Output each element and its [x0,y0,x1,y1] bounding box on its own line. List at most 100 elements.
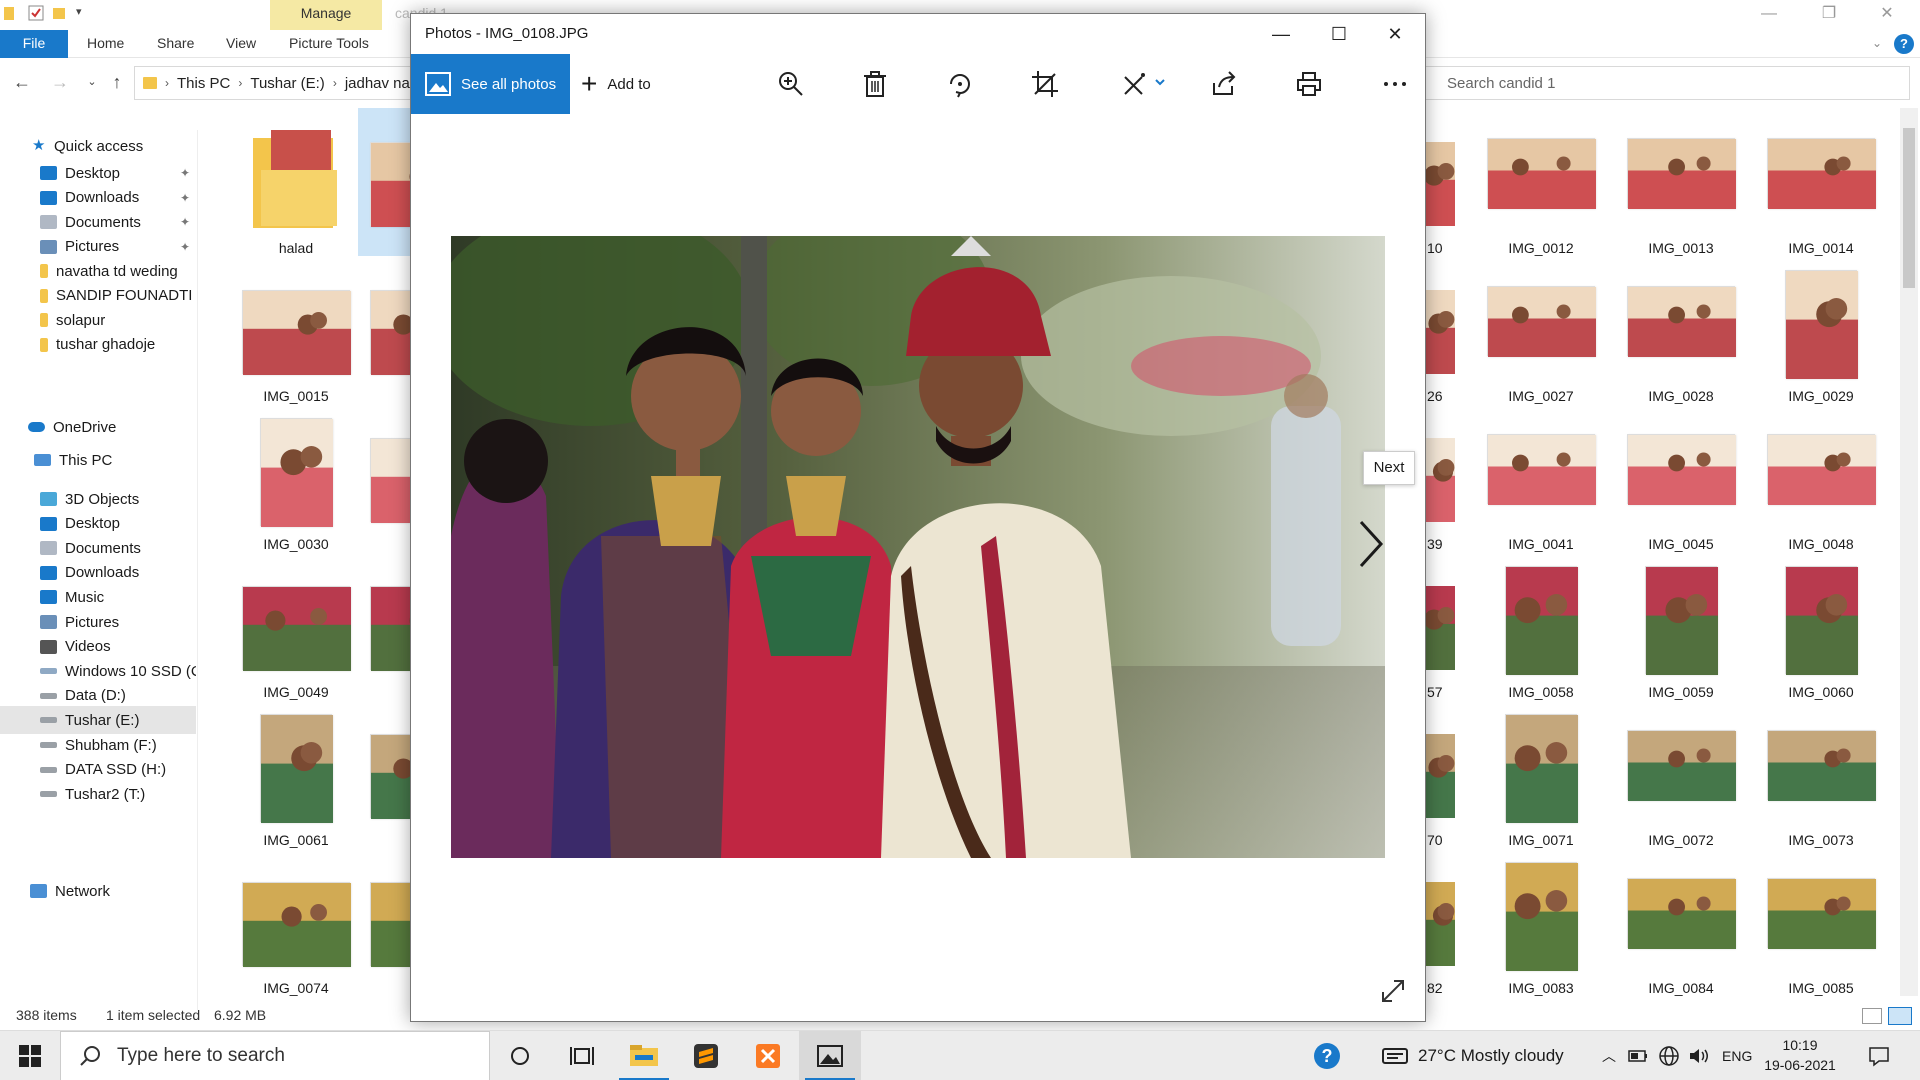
file-item[interactable]: IMG_0030 [230,404,362,552]
search-input[interactable]: Search candid 1 [1420,66,1910,100]
tab-share[interactable]: Share [157,30,194,58]
cortana-icon[interactable] [489,1031,551,1080]
fullscreen-icon[interactable] [1379,977,1407,1005]
file-item[interactable]: IMG_0058 [1475,552,1607,700]
pictures-icon [40,615,57,629]
print-icon[interactable] [1291,66,1327,102]
breadcrumb-drive[interactable]: Tushar (E:) [250,75,324,92]
file-explorer-taskbar-icon[interactable] [613,1031,675,1080]
file-item[interactable]: IMG_0012 [1475,108,1607,256]
zoom-in-icon[interactable] [773,66,809,102]
file-item[interactable]: IMG_0085 [1755,848,1887,996]
file-item[interactable]: IMG_0014 [1755,108,1887,256]
tab-picture-tools[interactable]: Picture Tools [289,30,369,58]
vertical-scrollbar[interactable] [1900,108,1918,996]
more-options-icon[interactable] [1377,66,1413,102]
file-item[interactable]: IMG_0028 [1615,256,1747,404]
details-view-icon[interactable] [1862,1008,1882,1024]
task-view-icon[interactable] [551,1031,613,1080]
breadcrumb-this-pc[interactable]: This PC [177,75,230,92]
file-item[interactable]: IMG_0060 [1755,552,1887,700]
file-item[interactable]: IMG_0048 [1755,404,1887,552]
weather-widget[interactable]: 27°C Mostly cloudy [1382,1031,1564,1080]
minimize-button[interactable]: — [1740,0,1798,30]
forward-arrow-icon[interactable]: → [48,70,72,94]
file-item[interactable]: 82 [1425,848,1465,996]
nav-quick-item[interactable]: tushar ghadoje [0,331,196,359]
photos-taskbar-icon[interactable] [799,1031,861,1080]
nav-network[interactable]: Network [0,877,196,905]
clock[interactable]: 10:19 19-06-2021 [1752,1035,1848,1075]
new-folder-icon[interactable] [52,5,66,21]
chevron-right-icon[interactable]: › [238,76,242,90]
file-item[interactable]: IMG_0045 [1615,404,1747,552]
help-tray-icon[interactable]: ? [1312,1031,1342,1080]
see-all-photos-button[interactable]: See all photos [411,54,570,114]
crop-icon[interactable] [1027,66,1063,102]
rotate-icon[interactable] [942,66,978,102]
chevron-right-icon[interactable]: › [333,76,337,90]
notifications-icon[interactable] [1868,1031,1890,1080]
file-item[interactable]: IMG_0041 [1475,404,1607,552]
file-item[interactable]: 10 [1425,108,1465,256]
network-icon[interactable] [1658,1031,1680,1080]
file-item[interactable]: IMG_0015 [230,256,362,404]
file-item[interactable]: IMG_0074 [230,848,362,996]
close-button[interactable]: ✕ [1367,14,1423,54]
start-button[interactable] [0,1031,60,1080]
close-button[interactable]: ✕ [1858,0,1916,30]
file-item[interactable]: IMG_0071 [1475,700,1607,848]
add-to-button[interactable]: + Add to [581,54,651,114]
scrollbar-thumb[interactable] [1903,128,1915,288]
properties-icon[interactable] [28,5,44,21]
tab-manage[interactable]: Manage [270,0,382,30]
folder-item[interactable]: halad [230,108,362,256]
edit-create-icon[interactable] [1121,66,1171,102]
maximize-button[interactable]: ☐ [1311,14,1367,54]
expand-ribbon-icon[interactable]: ⌄ [1872,30,1882,58]
breadcrumb-folder[interactable]: jadhav na [345,75,410,92]
tab-home[interactable]: Home [87,30,124,58]
recent-locations-icon[interactable]: ⌄ [80,70,104,94]
file-item[interactable]: IMG_0084 [1615,848,1747,996]
battery-icon[interactable] [1628,1031,1648,1080]
delete-icon[interactable] [857,66,893,102]
tab-file[interactable]: File [0,30,68,58]
nav-onedrive[interactable]: OneDrive [0,413,196,441]
photo-viewer-image[interactable] [451,236,1385,858]
nav-quick-access[interactable]: ★ Quick access [0,132,196,160]
file-item[interactable]: 39 [1425,404,1465,552]
file-item[interactable]: IMG_0013 [1615,108,1747,256]
up-arrow-icon[interactable]: ↑ [105,70,129,94]
sublime-text-icon[interactable] [675,1031,737,1080]
file-item[interactable]: 70 [1425,700,1465,848]
file-item[interactable]: 57 [1425,552,1465,700]
file-item[interactable]: IMG_0073 [1755,700,1887,848]
large-icons-view-icon[interactable] [1888,1007,1912,1025]
share-icon[interactable] [1206,66,1242,102]
help-icon[interactable]: ? [1894,34,1914,54]
file-item[interactable]: IMG_0049 [230,552,362,700]
chevron-right-icon[interactable]: › [165,76,169,90]
language-indicator[interactable]: ENG [1722,1031,1752,1080]
file-item[interactable]: 26 [1425,256,1465,404]
windows-logo-icon [19,1045,41,1067]
file-item[interactable]: IMG_0061 [230,700,362,848]
next-arrow-icon[interactable] [1349,514,1389,574]
taskbar-search-input[interactable]: Type here to search [60,1031,490,1080]
minimize-button[interactable]: — [1253,14,1309,54]
file-item[interactable]: IMG_0083 [1475,848,1607,996]
tab-view[interactable]: View [226,30,256,58]
customize-toolbar-icon[interactable]: ▾ [76,5,90,21]
file-item[interactable]: IMG_0027 [1475,256,1607,404]
back-arrow-icon[interactable]: ← [10,70,34,94]
file-item[interactable]: IMG_0029 [1755,256,1887,404]
file-item[interactable]: IMG_0059 [1615,552,1747,700]
nav-this-pc[interactable]: This PC [0,446,196,474]
volume-icon[interactable] [1688,1031,1710,1080]
nav-pc-item[interactable]: Tushar2 (T:) [0,780,196,808]
show-hidden-icons-icon[interactable]: ︿ [1602,1031,1616,1080]
file-item[interactable]: IMG_0072 [1615,700,1747,848]
xampp-icon[interactable] [737,1031,799,1080]
restore-button[interactable]: ❐ [1800,0,1858,30]
